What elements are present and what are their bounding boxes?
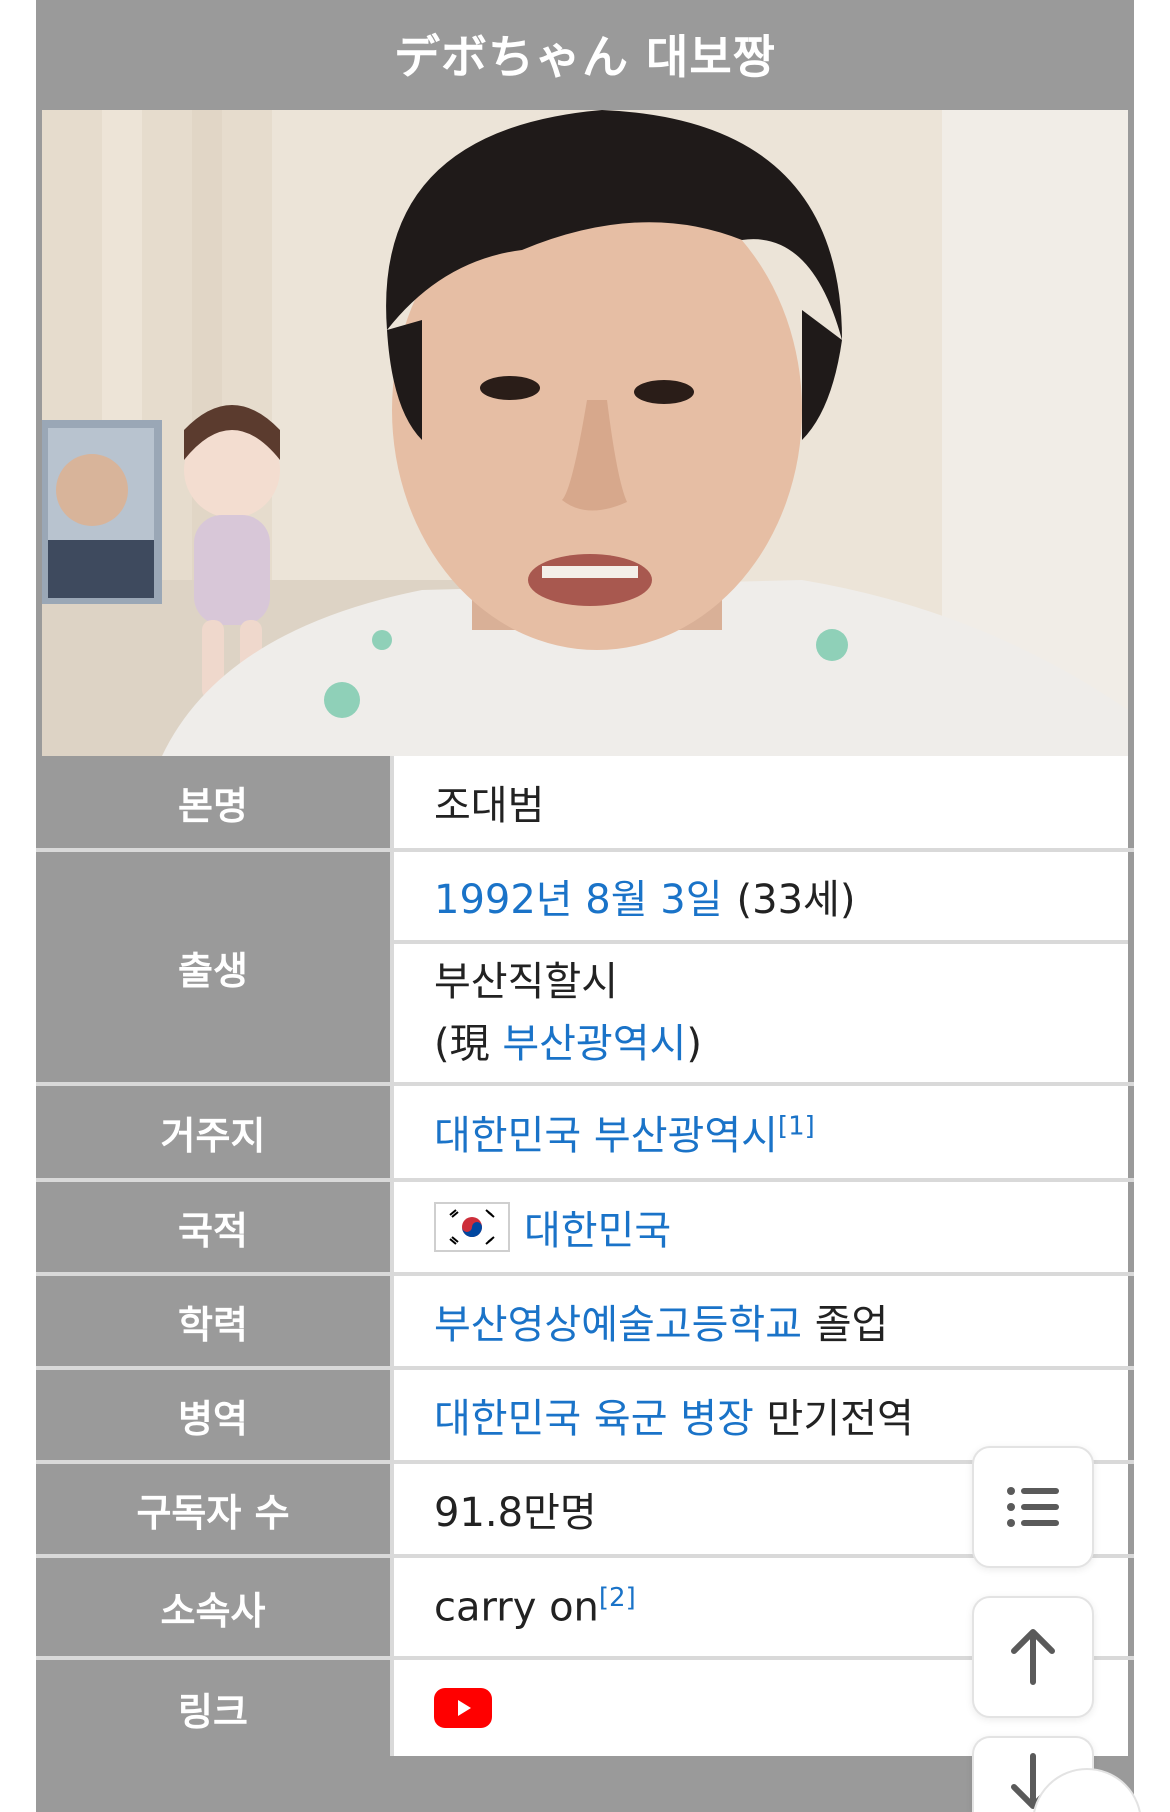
scroll-top-button[interactable] bbox=[972, 1596, 1094, 1718]
row-label: 본명 bbox=[36, 756, 394, 848]
korea-flag-icon bbox=[434, 1202, 510, 1252]
row-military: 병역 대한민국 육군 병장 만기전역 bbox=[36, 1366, 1134, 1460]
youtube-play-glyph bbox=[458, 1700, 471, 1716]
real-name-text: 조대범 bbox=[434, 783, 545, 829]
row-agency: 소속사 carry on[2] bbox=[36, 1554, 1134, 1656]
row-subscribers: 구독자 수 91.8만명 bbox=[36, 1460, 1134, 1554]
birth-date-link[interactable]: 1992년 8월 3일 bbox=[434, 867, 723, 925]
nationality-value: 대한민국 bbox=[394, 1182, 1128, 1272]
birth-place-cell: 부산직할시 (現 부산광역시) bbox=[394, 940, 1128, 1082]
infobox-rows: 본명 조대범 출생 1992년 8월 3일 (33세) 부산직할시 (現 부산광… bbox=[36, 756, 1134, 1756]
residence-link[interactable]: 대한민국 부산광역시 bbox=[434, 1113, 778, 1159]
military-link[interactable]: 대한민국 육군 병장 bbox=[434, 1396, 754, 1442]
education-value: 부산영상예술고등학교 졸업 bbox=[394, 1276, 1128, 1366]
agency-text: carry on bbox=[434, 1584, 599, 1631]
birth-date-cell: 1992년 8월 3일 (33세) bbox=[394, 852, 1128, 940]
row-label: 학력 bbox=[36, 1276, 394, 1366]
nationality-link[interactable]: 대한민국 bbox=[524, 1198, 671, 1256]
row-label: 거주지 bbox=[36, 1086, 394, 1178]
row-label: 소속사 bbox=[36, 1558, 394, 1656]
row-label: 링크 bbox=[36, 1660, 394, 1756]
arrow-up-icon bbox=[1011, 1629, 1055, 1685]
row-residence: 거주지 대한민국 부산광역시[1] bbox=[36, 1082, 1134, 1178]
reference-2-link[interactable]: [2] bbox=[599, 1583, 636, 1613]
reference-1-link[interactable]: [1] bbox=[778, 1112, 815, 1142]
infobox: デボちゃん 대보짱 본명 조대범 출생 1992년 8월 3일 (33세) 부산… bbox=[36, 0, 1134, 1812]
residence-value: 대한민국 부산광역시[1] bbox=[394, 1086, 1128, 1178]
now-suffix: ) bbox=[686, 1021, 702, 1067]
row-label: 국적 bbox=[36, 1182, 394, 1272]
now-prefix: (現 bbox=[434, 1021, 503, 1067]
row-nationality: 국적 대한민국 bbox=[36, 1178, 1134, 1272]
youtube-icon[interactable] bbox=[434, 1688, 492, 1728]
age-text: (33세) bbox=[736, 877, 856, 923]
row-label: 병역 bbox=[36, 1370, 394, 1460]
row-links: 링크 bbox=[36, 1656, 1134, 1756]
toc-list-icon bbox=[1007, 1487, 1059, 1527]
infobox-title: デボちゃん 대보짱 bbox=[394, 30, 776, 84]
birth-place-text: 부산직할시 bbox=[434, 959, 618, 1005]
toc-button[interactable] bbox=[972, 1446, 1094, 1568]
row-birth: 출생 1992년 8월 3일 (33세) 부산직할시 (現 부산광역시) bbox=[36, 848, 1134, 1082]
row-real-name: 본명 조대범 bbox=[36, 756, 1134, 848]
birth-place-now: (現 부산광역시) bbox=[434, 1013, 702, 1075]
education-link[interactable]: 부산영상예술고등학교 bbox=[434, 1302, 802, 1348]
busan-link[interactable]: 부산광역시 bbox=[502, 1021, 686, 1067]
military-suffix: 만기전역 bbox=[753, 1396, 914, 1442]
birth-value: 1992년 8월 3일 (33세) 부산직할시 (現 부산광역시) bbox=[394, 852, 1128, 1082]
row-education: 학력 부산영상예술고등학교 졸업 bbox=[36, 1272, 1134, 1366]
real-name-value: 조대범 bbox=[394, 756, 1128, 848]
row-label: 구독자 수 bbox=[36, 1464, 394, 1554]
row-label: 출생 bbox=[36, 852, 394, 1082]
profile-photo bbox=[42, 110, 1128, 756]
korea-flag-graphic bbox=[449, 1209, 495, 1245]
profile-photo-illustration bbox=[42, 110, 1128, 756]
education-suffix: 졸업 bbox=[802, 1302, 889, 1348]
